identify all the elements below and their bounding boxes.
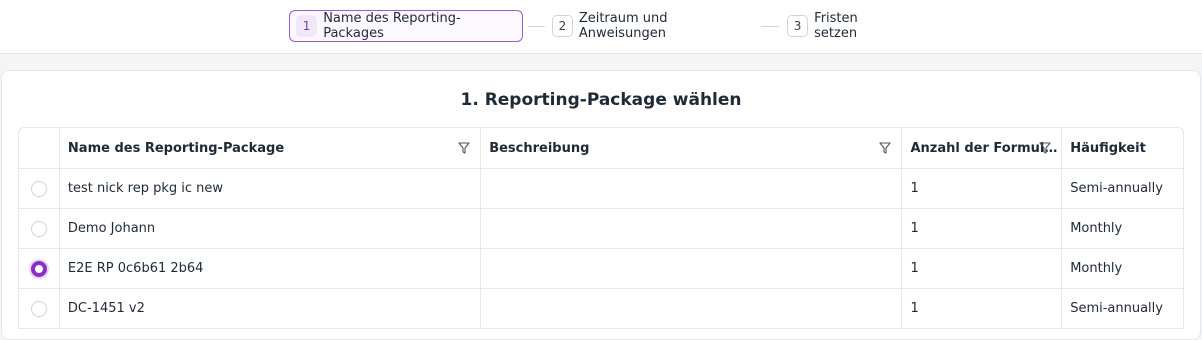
table-row[interactable]: test nick rep pkg ic new 1 Semi-annually [19, 169, 1183, 209]
filter-icon[interactable] [458, 141, 470, 155]
step-number: 1 [296, 15, 318, 37]
column-header-label: Name des Reporting-Package [67, 140, 285, 156]
column-header-label: Beschreibung [489, 140, 590, 156]
step-name-package[interactable]: 1 Name des Reporting-Packages [289, 10, 523, 42]
column-header-description[interactable]: Beschreibung [480, 128, 901, 168]
step-label: Zeitraum und Anweisungen [578, 11, 668, 41]
cell-description [480, 289, 901, 328]
column-header-name[interactable]: Name des Reporting-Package [58, 128, 480, 168]
filter-icon[interactable] [879, 141, 892, 155]
table-row[interactable]: E2E RP 0c6b61 2b64 1 Monthly [19, 249, 1183, 289]
row-radio[interactable] [30, 220, 47, 237]
cell-frequency: Monthly [1061, 209, 1183, 248]
cell-description [480, 169, 901, 208]
step-connector [528, 26, 545, 27]
wizard-stepper: 1 Name des Reporting-Packages 2 Zeitraum… [0, 0, 1202, 54]
step-period-instructions[interactable]: 2 Zeitraum und Anweisungen [546, 10, 756, 42]
cell-name: test nick rep pkg ic new [58, 169, 480, 208]
cell-name: E2E RP 0c6b61 2b64 [58, 249, 480, 288]
package-selection-card: 1. Reporting-Package wählen Name des Rep… [1, 70, 1201, 340]
column-header-label: Anzahl der Formul… [910, 140, 1058, 156]
table-header-row: Name des Reporting-Package Beschreibung … [19, 128, 1183, 169]
step-label: Fristen setzen [814, 11, 858, 41]
cell-name: DC-1451 v2 [58, 289, 480, 328]
cell-frequency: Semi-annually [1061, 169, 1183, 208]
row-select-cell [19, 209, 59, 248]
table-row[interactable]: Demo Johann 1 Monthly [19, 209, 1183, 249]
cell-name: Demo Johann [58, 209, 480, 248]
header-select-cell [19, 128, 59, 168]
table-row[interactable]: DC-1451 v2 1 Semi-annually [19, 289, 1183, 329]
cell-frequency: Semi-annually [1061, 289, 1183, 328]
cell-form-count: 1 [901, 249, 1061, 288]
cell-form-count: 1 [901, 169, 1061, 208]
column-header-form-count[interactable]: Anzahl der Formul… [901, 128, 1061, 168]
step-set-deadlines[interactable]: 3 Fristen setzen [781, 10, 909, 42]
filter-icon[interactable] [1039, 141, 1051, 155]
step-number: 2 [552, 15, 573, 37]
step-number: 3 [787, 15, 809, 37]
row-radio-selected[interactable] [30, 260, 47, 277]
row-select-cell [19, 289, 59, 328]
step-connector [761, 26, 779, 27]
cell-description [480, 249, 901, 288]
row-radio[interactable] [30, 300, 47, 317]
row-radio[interactable] [30, 180, 47, 197]
step-label: Name des Reporting-Packages [323, 11, 461, 41]
packages-table: Name des Reporting-Package Beschreibung … [18, 127, 1184, 329]
row-select-cell [19, 169, 59, 208]
cell-frequency: Monthly [1061, 249, 1183, 288]
cell-form-count: 1 [901, 209, 1061, 248]
card-title: 1. Reporting-Package wählen [460, 90, 742, 110]
column-header-frequency[interactable]: Häufigkeit [1061, 128, 1183, 168]
row-select-cell [19, 249, 59, 288]
column-header-label: Häufigkeit [1070, 140, 1146, 156]
cell-description [480, 209, 901, 248]
cell-form-count: 1 [901, 289, 1061, 328]
